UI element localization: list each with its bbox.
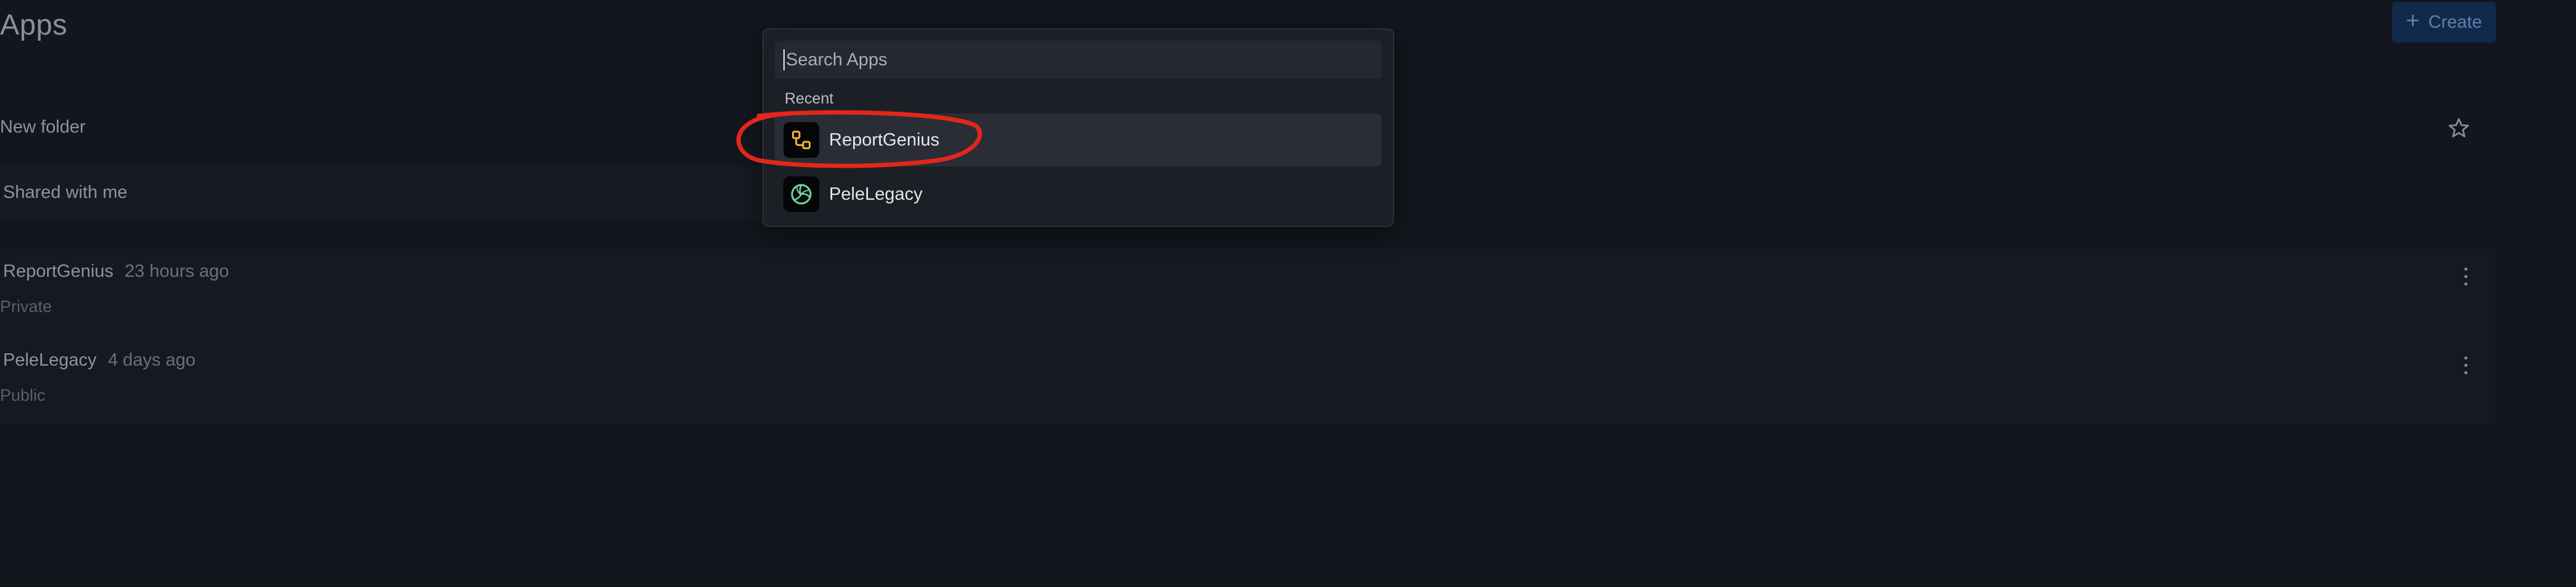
create-button[interactable]: + Create [2392, 2, 2496, 43]
search-result-pelelegacy[interactable]: PeleLegacy [775, 168, 1382, 221]
star-icon[interactable] [2446, 116, 2471, 141]
new-folder-link[interactable]: New folder [0, 117, 86, 138]
plus-icon: + [2406, 8, 2420, 34]
app-name[interactable]: ReportGenius [3, 261, 114, 282]
app-row[interactable]: PeleLegacy 4 days ago Public [0, 338, 2496, 424]
app-visibility: Public [0, 386, 46, 404]
search-result-reportgenius[interactable]: ReportGenius [775, 113, 1382, 166]
create-button-label: Create [2428, 12, 2482, 32]
app-row[interactable]: ReportGenius 23 hours ago Private [0, 249, 2496, 335]
app-search-palette: Search Apps Recent ReportGenius PeleLega… [762, 28, 1394, 227]
search-input[interactable]: Search Apps [775, 41, 1382, 79]
page-title: Apps [0, 8, 68, 41]
app-updated-time: 4 days ago [108, 350, 196, 370]
app-updated-time: 23 hours ago [125, 261, 229, 281]
shared-with-me-label: Shared with me [3, 183, 128, 202]
result-label: ReportGenius [829, 129, 939, 150]
volleyball-icon [783, 176, 819, 212]
more-options-icon[interactable] [2461, 356, 2470, 379]
app-visibility: Private [0, 297, 52, 316]
app-name[interactable]: PeleLegacy [3, 350, 97, 371]
workflow-icon [783, 122, 819, 158]
more-options-icon[interactable] [2461, 268, 2470, 290]
search-placeholder: Search Apps [786, 49, 888, 70]
app-list: ReportGenius 23 hours ago Private PeleLe… [0, 249, 2496, 424]
result-label: PeleLegacy [829, 184, 923, 204]
recent-section-label: Recent [785, 90, 834, 107]
text-caret [783, 49, 785, 70]
